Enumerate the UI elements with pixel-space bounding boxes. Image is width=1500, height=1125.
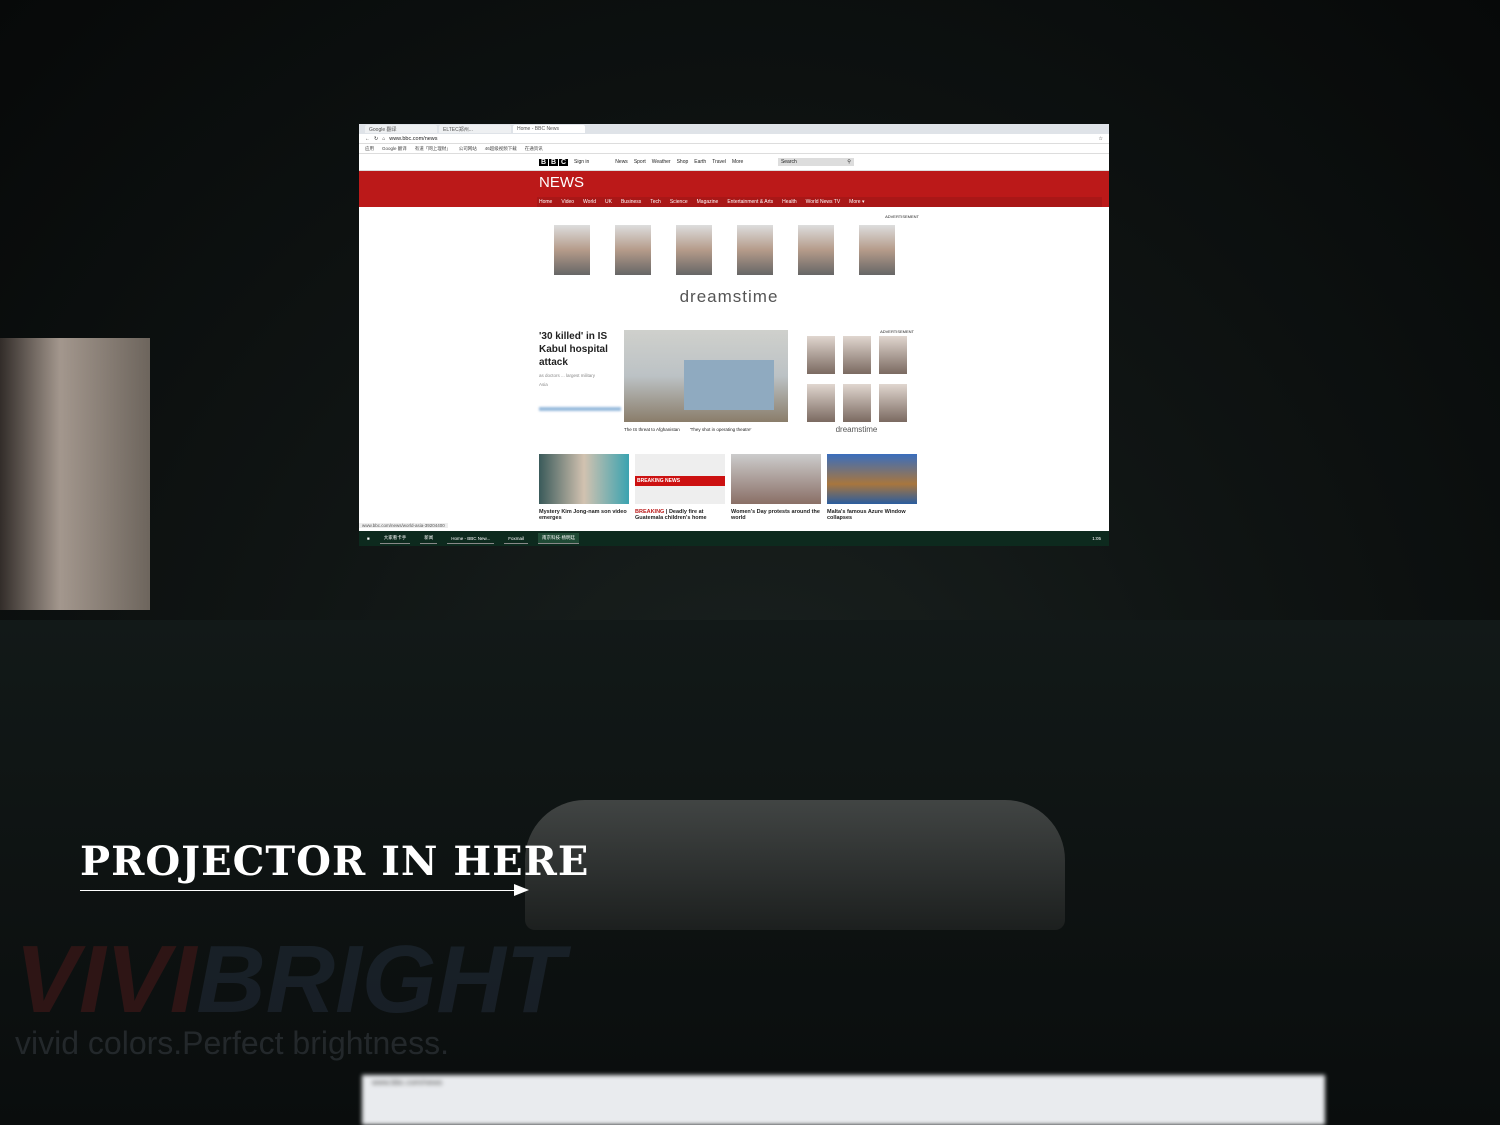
back-icon[interactable]: ←: [365, 136, 370, 142]
search-input[interactable]: Search ⚲: [777, 158, 854, 166]
sub-nav: Home Video World UK Business Tech Scienc…: [537, 197, 1102, 207]
reload-icon[interactable]: ↻: [374, 136, 378, 142]
taskbar-item[interactable]: 南京科技·杨明廷: [538, 533, 579, 544]
taskbar-item[interactable]: 新闻: [420, 533, 438, 544]
nav-travel[interactable]: Travel: [712, 159, 726, 165]
watermark-tagline: vivid colors.Perfect brightness.: [15, 1025, 449, 1061]
room-window: [0, 338, 150, 610]
nav-more[interactable]: More: [732, 159, 772, 165]
side-ad[interactable]: ADVERTISEMENT dreamstime: [799, 329, 914, 434]
tab[interactable]: Google 翻译: [365, 125, 437, 133]
bookmark[interactable]: 应用: [365, 146, 374, 152]
subnav-item[interactable]: World: [583, 199, 596, 205]
news-header: NEWS Home Video World UK Business Tech S…: [359, 171, 1109, 207]
subnav-item[interactable]: Tech: [650, 199, 661, 205]
ad-label: ADVERTISEMENT: [880, 329, 914, 334]
sign-in-link[interactable]: Sign in: [574, 159, 589, 165]
bookmark[interactable]: 46超级视频下载: [485, 146, 517, 152]
subnav-item[interactable]: Science: [670, 199, 688, 205]
ad-label: ADVERTISEMENT: [885, 214, 919, 219]
story-card[interactable]: Mystery Kim Jong-nam son video emerges: [539, 454, 629, 521]
bookmark[interactable]: 有道「网上理财」: [415, 146, 451, 152]
ad-image: [676, 225, 712, 275]
ad-image: [798, 225, 834, 275]
home-icon[interactable]: ⌂: [382, 136, 385, 142]
related-link[interactable]: 'They shot in operating theatre': [690, 427, 752, 432]
lead-headline[interactable]: '30 killed' in IS Kabul hospital attack: [539, 330, 621, 369]
nav-sport[interactable]: Sport: [634, 159, 646, 165]
lead-region[interactable]: Asia: [539, 382, 621, 387]
story-card[interactable]: BREAKING NEWS BREAKING | Deadly fire at G…: [635, 454, 725, 521]
bbc-top-bar: BBC Sign in News Sport Weather Shop Eart…: [359, 154, 1109, 171]
bookmark[interactable]: 在通资讯: [525, 146, 543, 152]
subnav-item[interactable]: Magazine: [697, 199, 719, 205]
ad-image: [737, 225, 773, 275]
start-icon[interactable]: ■: [367, 536, 370, 541]
projected-screen: Google 翻译 ELTEC郑州... Home - BBC News ← ↻ ⌂…: [359, 124, 1109, 546]
caption: PROJECTOR IN HERE: [80, 838, 590, 885]
watermark: VIVIBRIGHT: [15, 926, 565, 1033]
ad-brand: dreamstime: [679, 287, 779, 306]
address-bar: ← ↻ ⌂ www.bbc.com/news ☆: [359, 134, 1109, 144]
ad-image: [615, 225, 651, 275]
related-link[interactable]: The IS threat to Afghanistan: [624, 427, 680, 432]
url-input[interactable]: www.bbc.com/news: [389, 135, 1095, 142]
browser-tabs: Google 翻译 ELTEC郑州... Home - BBC News: [359, 124, 1109, 134]
status-url: www.bbc.com/news/world-asia-39204400: [359, 523, 448, 528]
star-icon[interactable]: ☆: [1099, 136, 1103, 142]
arrow-icon: [514, 884, 529, 896]
subnav-item[interactable]: Health: [782, 199, 796, 205]
lead-summary: as doctors ... largest military: [539, 373, 596, 378]
lead-image[interactable]: [624, 330, 788, 422]
section-title: NEWS: [539, 174, 584, 191]
bookmark[interactable]: Google 翻译: [382, 146, 407, 152]
subnav-item[interactable]: UK: [605, 199, 612, 205]
banner-ad[interactable]: ADVERTISEMENT dreamstime: [539, 214, 919, 307]
caption-underline: [80, 890, 520, 891]
bookmarks-bar: 应用 Google 翻译 有道「网上理财」 公司网站 46超级视频下载 在通资讯: [359, 144, 1109, 154]
subnav-item[interactable]: More ▾: [849, 199, 864, 205]
lead-story[interactable]: '30 killed' in IS Kabul hospital attack …: [539, 330, 621, 411]
subnav-item[interactable]: Business: [621, 199, 641, 205]
story-card[interactable]: Women's Day protests around the world: [731, 454, 821, 521]
related-links: The IS threat to Afghanistan 'They shot …: [624, 427, 751, 432]
tab[interactable]: ELTEC郑州...: [439, 125, 511, 133]
screen-reflection: www.bbc.com/news: [362, 1075, 1325, 1125]
ad-image: [859, 225, 895, 275]
projector: [525, 800, 1065, 930]
bookmark[interactable]: 公司网站: [459, 146, 477, 152]
taskbar-item[interactable]: 大家看卡手: [379, 533, 411, 544]
subnav-item[interactable]: Entertainment & Arts: [727, 199, 773, 205]
nav-shop[interactable]: Shop: [677, 159, 689, 165]
nav-news[interactable]: News: [615, 159, 628, 165]
bbc-logo[interactable]: BBC: [539, 158, 568, 166]
story-card[interactable]: Malta's famous Azure Window collapses: [827, 454, 917, 521]
nav-earth[interactable]: Earth: [694, 159, 706, 165]
story-cards: Mystery Kim Jong-nam son video emerges B…: [539, 454, 917, 521]
search-icon: ⚲: [847, 159, 851, 165]
ad-brand: dreamstime: [835, 425, 878, 434]
clock: 1:05: [1092, 536, 1101, 541]
nav-weather[interactable]: Weather: [652, 159, 671, 165]
subnav-item[interactable]: Home: [539, 199, 552, 205]
taskbar-item[interactable]: Foxmail: [504, 534, 528, 544]
taskbar: ■ 大家看卡手 新闻 Home - BBC New... Foxmail 南京科…: [359, 531, 1109, 546]
ad-image: [554, 225, 590, 275]
subnav-item[interactable]: Video: [561, 199, 574, 205]
taskbar-item[interactable]: Home - BBC New...: [447, 534, 495, 544]
subnav-item[interactable]: World News TV: [806, 199, 841, 205]
tab-active[interactable]: Home - BBC News: [513, 125, 585, 133]
